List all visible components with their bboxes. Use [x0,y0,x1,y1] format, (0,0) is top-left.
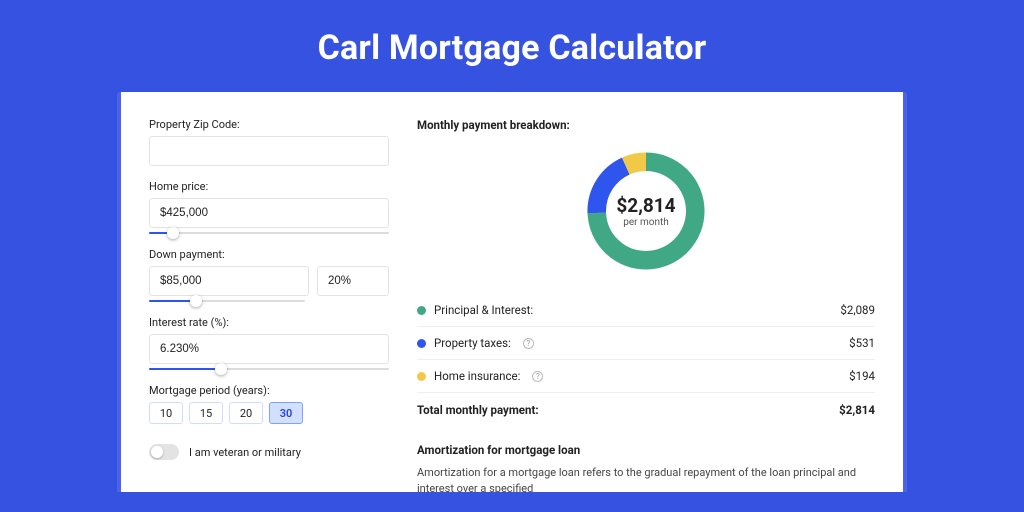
period-option-15[interactable]: 15 [189,402,223,424]
period-label: Mortgage period (years): [149,384,389,397]
calculator-panel: Property Zip Code: Home price: Down paym… [121,92,903,492]
period-option-10[interactable]: 10 [149,402,183,424]
down-payment-slider-fill [149,300,196,302]
breakdown-heading: Monthly payment breakdown: [417,118,875,132]
donut-sub: per month [623,217,669,228]
veteran-row: I am veteran or military [149,444,389,460]
period-options: 10 15 20 30 [149,402,389,424]
legend-label: Home insurance: [434,369,520,383]
legend-label: Property taxes: [434,336,511,350]
period-block: Mortgage period (years): 10 15 20 30 [149,384,389,424]
period-option-20[interactable]: 20 [229,402,263,424]
donut-chart: $2,814 per month [581,146,711,276]
amortization-body: Amortization for a mortgage loan refers … [417,465,875,492]
interest-rate-label: Interest rate (%): [149,316,389,329]
legend-dot-icon [417,339,426,348]
legend-row-2: Home insurance:? $194 [417,360,875,393]
zip-label: Property Zip Code: [149,118,389,131]
total-line: Total monthly payment: $2,814 [417,393,875,431]
legend: Principal & Interest: $2,089 Property taxe… [417,294,875,393]
donut-amount: $2,814 [616,194,675,217]
down-payment-slider[interactable] [149,300,305,302]
legend-dot-icon [417,372,426,381]
donut-center: $2,814 per month [581,146,711,276]
info-icon[interactable]: ? [523,338,534,349]
down-payment-pct-input[interactable] [317,266,389,296]
total-label: Total monthly payment: [417,403,539,417]
total-value: $2,814 [839,403,875,417]
legend-row-1: Property taxes:? $531 [417,327,875,360]
down-payment-label: Down payment: [149,248,389,261]
calculator-panel-shadow: Property Zip Code: Home price: Down paym… [117,92,907,492]
legend-value: $531 [849,336,875,350]
result-column: Monthly payment breakdown: $2,814 per mo… [417,118,875,492]
veteran-label: I am veteran or military [189,446,301,459]
veteran-toggle-knob [151,446,163,458]
form-column: Property Zip Code: Home price: Down paym… [149,118,389,492]
zip-input[interactable] [149,136,389,166]
donut-chart-wrap: $2,814 per month [417,146,875,276]
interest-rate-slider-thumb[interactable] [215,363,227,375]
interest-rate-slider-fill [149,368,221,370]
legend-row-0: Principal & Interest: $2,089 [417,294,875,327]
home-price-input[interactable] [149,198,389,228]
page-title: Carl Mortgage Calculator [0,0,1024,92]
down-payment-block: Down payment: [149,248,389,302]
amortization-heading: Amortization for mortgage loan [417,443,875,457]
down-payment-slider-thumb[interactable] [190,295,202,307]
legend-value: $2,089 [840,303,875,317]
zip-field-block: Property Zip Code: [149,118,389,166]
veteran-toggle[interactable] [149,444,179,460]
interest-rate-slider[interactable] [149,368,389,370]
interest-rate-block: Interest rate (%): [149,316,389,370]
legend-dot-icon [417,306,426,315]
legend-label: Principal & Interest: [434,303,533,317]
home-price-block: Home price: [149,180,389,234]
info-icon[interactable]: ? [532,371,543,382]
home-price-label: Home price: [149,180,389,193]
interest-rate-input[interactable] [149,334,389,364]
down-payment-input[interactable] [149,266,309,296]
home-price-slider-thumb[interactable] [167,227,179,239]
legend-value: $194 [849,369,875,383]
home-price-slider[interactable] [149,232,389,234]
period-option-30[interactable]: 30 [269,402,303,424]
